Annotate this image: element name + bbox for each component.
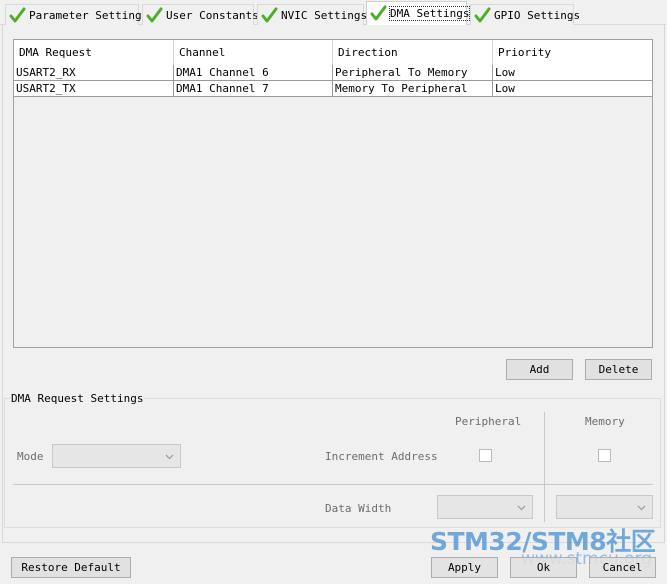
tab-gpio-settings[interactable]: GPIO Settings — [470, 4, 580, 25]
column-header-channel[interactable]: Channel — [174, 40, 333, 65]
column-header-dma-request[interactable]: DMA Request — [14, 40, 174, 65]
memory-increment-checkbox[interactable] — [598, 449, 611, 462]
peripheral-header: Peripheral — [455, 415, 522, 428]
tab-label: DMA Settings — [388, 6, 471, 21]
chevron-down-icon — [165, 454, 174, 460]
cell-channel: DMA1 Channel 6 — [174, 65, 333, 81]
column-header-direction[interactable]: Direction — [333, 40, 493, 65]
tab-bar: Parameter Settings User Constants NVIC S… — [0, 0, 667, 26]
table-row[interactable]: USART2_RX DMA1 Channel 6 Peripheral To M… — [14, 65, 652, 81]
check-icon — [474, 7, 491, 22]
table-header: DMA Request Channel Direction Priority — [14, 40, 652, 65]
chevron-down-icon — [637, 505, 646, 511]
mode-label: Mode — [17, 450, 44, 463]
cell-direction: Memory To Peripheral — [333, 81, 493, 97]
add-button[interactable]: Add — [506, 359, 573, 380]
mode-select[interactable] — [52, 444, 181, 468]
column-header-priority[interactable]: Priority — [493, 40, 652, 65]
tab-dma-settings[interactable]: DMA Settings — [366, 1, 471, 25]
cell-channel: DMA1 Channel 7 — [174, 81, 333, 97]
tab-user-constants[interactable]: User Constants — [142, 4, 259, 25]
tab-label: GPIO Settings — [494, 8, 581, 22]
check-icon — [146, 7, 163, 22]
memory-data-width-select[interactable] — [556, 495, 653, 519]
check-icon — [370, 5, 387, 21]
cell-priority: Low — [495, 82, 515, 95]
chevron-down-icon — [517, 505, 526, 511]
tab-label: NVIC Settings — [281, 8, 368, 22]
cell-direction: Peripheral To Memory — [333, 65, 493, 81]
memory-header: Memory — [585, 415, 625, 428]
table-row[interactable]: USART2_TX DMA1 Channel 7 Memory To Perip… — [14, 81, 652, 97]
cell-dma-request: USART2_RX — [14, 65, 174, 81]
dma-request-table: DMA Request Channel Direction Priority U… — [13, 39, 653, 348]
ok-button[interactable]: Ok — [510, 557, 577, 578]
check-icon — [9, 7, 26, 22]
tab-label: User Constants — [166, 8, 259, 22]
tab-nvic-settings[interactable]: NVIC Settings — [257, 4, 368, 25]
cell-priority: Low — [495, 66, 515, 79]
restore-default-button[interactable]: Restore Default — [11, 557, 131, 578]
cancel-button[interactable]: Cancel — [589, 557, 656, 578]
row-divider — [13, 484, 653, 485]
peripheral-data-width-select[interactable] — [437, 495, 533, 519]
apply-button[interactable]: Apply — [431, 557, 498, 578]
tab-label: Parameter Settings — [29, 8, 149, 22]
tab-parameter-settings[interactable]: Parameter Settings — [5, 4, 148, 25]
peripheral-increment-checkbox[interactable] — [479, 449, 492, 462]
increment-address-label: Increment Address — [325, 450, 438, 463]
check-icon — [261, 7, 278, 22]
group-title: DMA Request Settings — [10, 392, 145, 405]
column-divider — [544, 412, 545, 522]
delete-button[interactable]: Delete — [585, 359, 652, 380]
data-width-label: Data Width — [325, 502, 392, 515]
cell-dma-request: USART2_TX — [14, 81, 174, 97]
